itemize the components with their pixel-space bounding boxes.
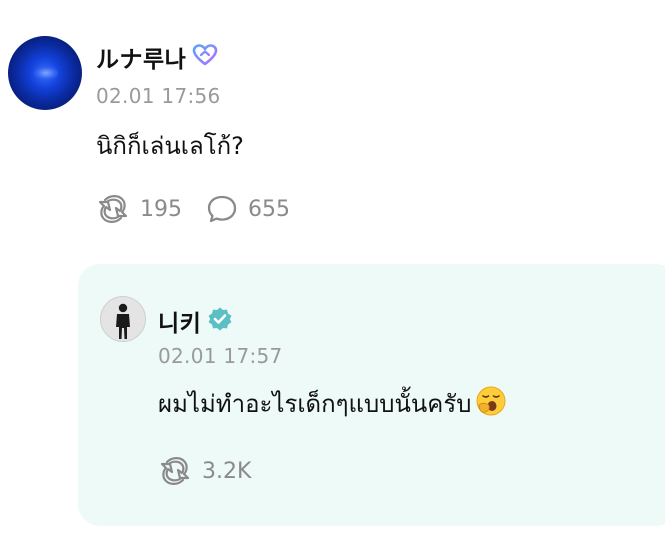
reply-repost-count: 3.2K <box>202 458 252 484</box>
comment-count: 655 <box>248 196 290 222</box>
heart-badge-icon <box>192 43 218 71</box>
yawning-face-emoji <box>475 385 507 423</box>
person-silhouette-icon <box>101 297 145 341</box>
author-name[interactable]: ルナ루나 <box>96 40 186 74</box>
post-text: นิกิก็เล่นเลโก้? <box>96 132 244 160</box>
reply-text-row: ผมไม่ทำอะไรเด็กๆแบบนั้นครับ <box>158 384 507 423</box>
repost-icon[interactable] <box>158 456 192 486</box>
verified-check-icon <box>207 306 233 336</box>
repost-stat[interactable]: 195 <box>96 194 182 224</box>
reply-author-name[interactable]: 니키 <box>158 304 201 338</box>
reply-text: ผมไม่ทำอะไรเด็กๆแบบนั้นครับ <box>158 390 472 418</box>
comment-bubble-icon[interactable] <box>206 194 238 224</box>
author-row: ルナ루나 <box>96 40 218 74</box>
comment-stat[interactable]: 655 <box>206 194 290 224</box>
avatar-glow <box>34 66 58 80</box>
reply-repost-stat[interactable]: 3.2K <box>158 456 251 486</box>
reply-author-row: 니키 <box>158 304 233 338</box>
reply-stats: 3.2K <box>158 456 251 486</box>
repost-count: 195 <box>140 196 182 222</box>
repost-icon[interactable] <box>96 194 130 224</box>
author-avatar[interactable] <box>8 36 82 110</box>
post-stats: 195 655 <box>96 194 290 224</box>
reply-timestamp: 02.01 17:57 <box>158 344 283 368</box>
reply-card: 니키 02.01 17:57 ผมไม่ทำอะไรเด็กๆแบบนั้นคร… <box>78 264 665 526</box>
post-timestamp: 02.01 17:56 <box>96 84 221 108</box>
main-post: ルナ루나 02.01 17:56 นิกิก็เล่นเลโก้? 195 65… <box>0 0 665 240</box>
reply-author-avatar[interactable] <box>100 296 146 342</box>
